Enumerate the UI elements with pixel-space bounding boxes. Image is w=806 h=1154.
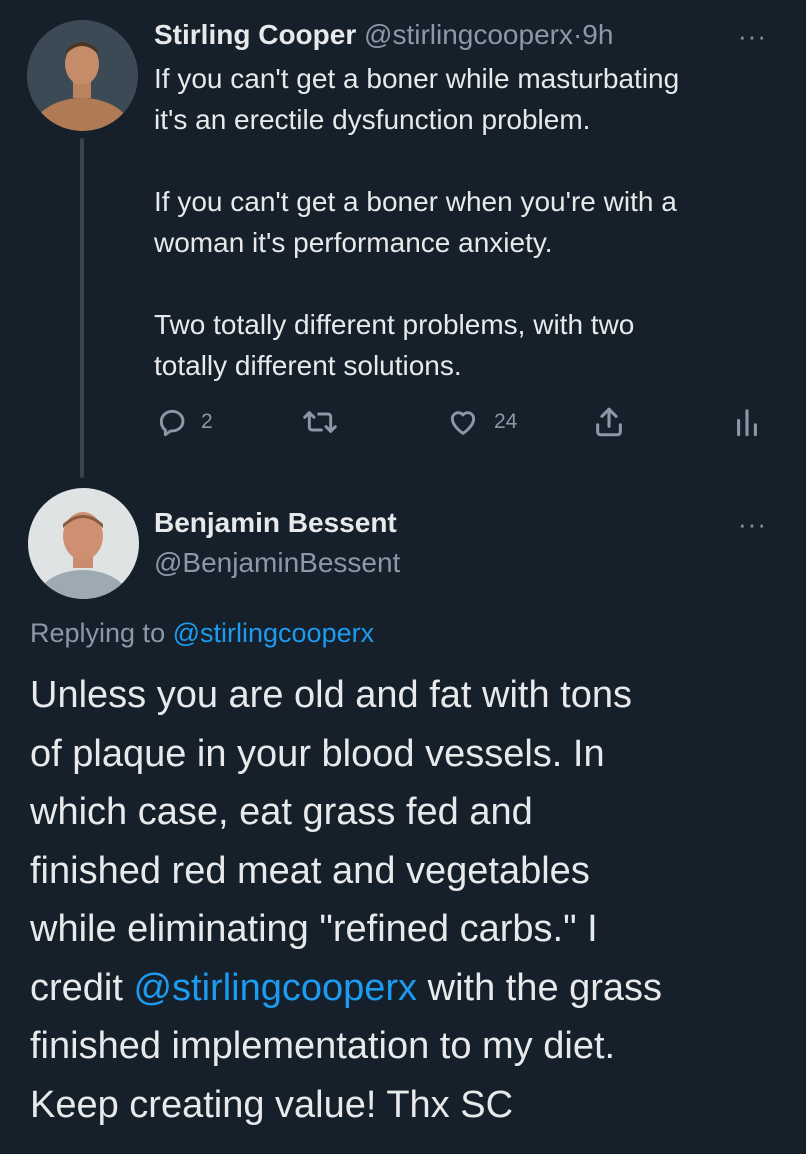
tweet2-text-line: of plaque in your blood vessels. In [30, 732, 605, 775]
tweet2-text-line: Keep creating value! Thx SC [30, 1083, 514, 1126]
tweet2-text-line: finished red meat and vegetables [30, 849, 590, 892]
retweet-icon [303, 411, 337, 433]
heart-icon [450, 411, 476, 435]
reply-icon [159, 409, 185, 437]
replying-to-label: Replying to [30, 618, 166, 648]
tweet1-text: If you can't get a boner while masturbat… [154, 63, 680, 381]
tweet2-text-line: which case, eat grass fed and [30, 791, 533, 833]
share-icon [596, 407, 622, 437]
tweet2-handle[interactable]: @BenjaminBessent [154, 545, 400, 581]
tweet2-text-line: while eliminating "refined carbs." I [30, 908, 598, 950]
avatar-stirling-cooper[interactable] [27, 20, 138, 131]
tweet1-time[interactable]: 9h [582, 19, 613, 50]
tweet1-separator: · [572, 19, 583, 50]
reply-button[interactable]: 2 [156, 402, 213, 442]
tweet1-header: Stirling Cooper @stirlingcooperx·9h [154, 17, 613, 53]
tweet2-text-line: finished implementation to my diet. [30, 1025, 616, 1067]
tweet2-text-line: Unless you are old and fat with tons [30, 674, 633, 716]
thread-connector-line [80, 138, 84, 478]
tweet2-more-horizontal-icon[interactable]: ··· [738, 511, 767, 537]
analytics-button[interactable] [733, 402, 761, 442]
tweet2-text: Unless you are old and fat with tons of … [30, 666, 800, 1134]
analytics-icon [737, 409, 757, 437]
tweet2-author-name[interactable]: Benjamin Bessent [154, 505, 397, 541]
more-horizontal-icon[interactable]: ··· [738, 23, 767, 49]
tweet2-text-line-mention: credit @stirlingcooperx with the grass [30, 959, 800, 1018]
retweet-button[interactable] [302, 402, 338, 442]
avatar-benjamin-bessent[interactable] [28, 488, 139, 599]
tweet2-text-segment: with the grass [417, 966, 663, 1009]
like-count: 24 [494, 410, 518, 433]
tweet2-mention-link[interactable]: @stirlingcooperx [133, 967, 417, 1009]
share-button[interactable] [592, 402, 626, 442]
replying-to-line: Replying to @stirlingcooperx [30, 615, 374, 651]
replying-to-mention[interactable]: @stirlingcooperx [173, 618, 375, 648]
reply-count: 2 [201, 410, 213, 433]
tweet1-handle[interactable]: @stirlingcooperx [364, 19, 573, 50]
like-button[interactable]: 24 [446, 402, 517, 442]
tweet1-author-name[interactable]: Stirling Cooper [154, 19, 356, 50]
tweet2-text-segment: credit [30, 966, 134, 1009]
